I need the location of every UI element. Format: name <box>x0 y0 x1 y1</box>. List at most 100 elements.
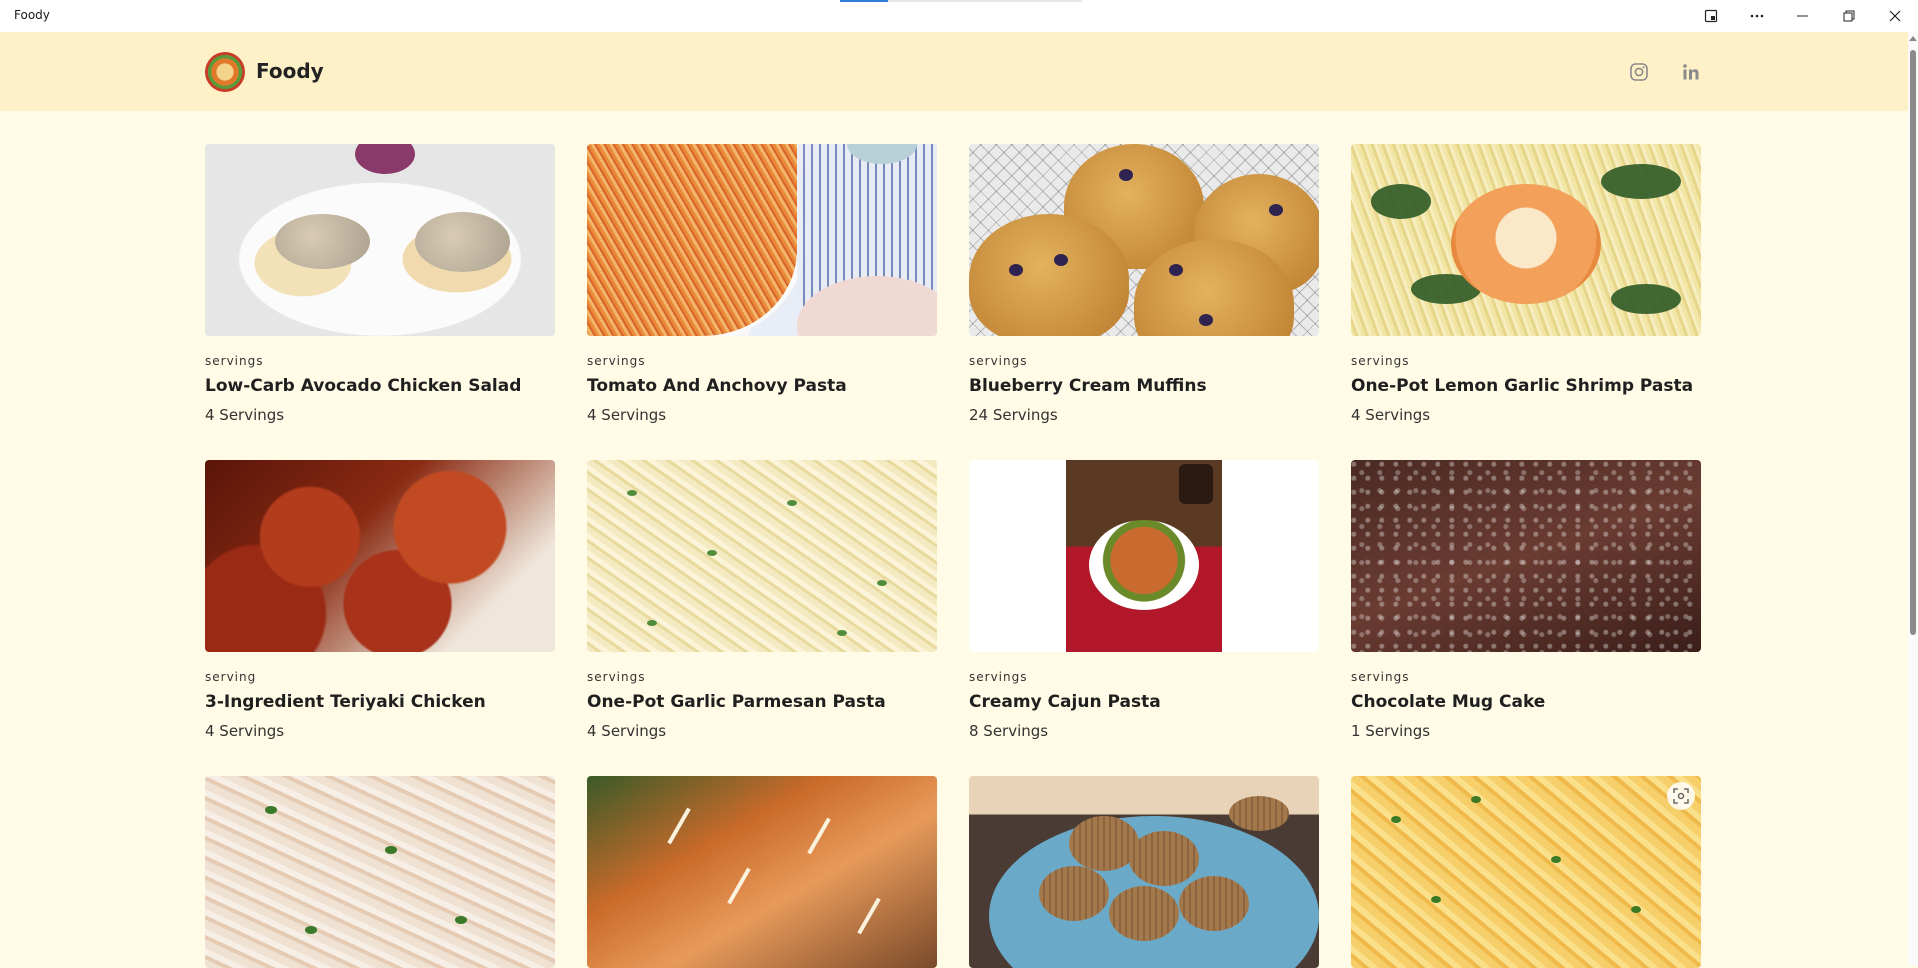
minimize-icon[interactable] <box>1780 0 1826 32</box>
vertical-scrollbar[interactable] <box>1908 32 1918 965</box>
recipe-image[interactable] <box>969 144 1319 336</box>
recipe-servings: 4 Servings <box>205 722 285 740</box>
cheese-shape <box>667 807 691 845</box>
recipe-label: serving <box>205 670 257 684</box>
linkedin-icon[interactable] <box>1679 60 1703 84</box>
cast-icon[interactable] <box>1688 0 1734 32</box>
blueberry-shape <box>1169 264 1183 276</box>
recipe-label: servings <box>587 670 646 684</box>
recipe-card[interactable] <box>1351 776 1701 968</box>
recipe-title[interactable]: One-Pot Lemon Garlic Shrimp Pasta <box>1351 376 1701 396</box>
instagram-icon[interactable] <box>1627 60 1651 84</box>
recipe-image[interactable] <box>1351 144 1701 336</box>
recipe-image[interactable] <box>969 460 1319 652</box>
recipe-image[interactable] <box>587 776 937 968</box>
cookie-shape <box>1129 831 1199 886</box>
cookie-shape <box>1109 886 1179 941</box>
close-icon[interactable] <box>1872 0 1918 32</box>
jar-shape <box>1179 464 1213 504</box>
recipe-label: servings <box>1351 354 1410 368</box>
recipe-title[interactable]: Tomato And Anchovy Pasta <box>587 376 937 396</box>
spinach-shape <box>1611 284 1681 314</box>
bowl-shape <box>1089 520 1199 610</box>
recipe-card[interactable]: servings One-Pot Lemon Garlic Shrimp Pas… <box>1351 144 1701 424</box>
restore-icon[interactable] <box>1826 0 1872 32</box>
salad-topping <box>275 214 370 269</box>
spinach-shape <box>1371 184 1431 219</box>
recipe-servings: 4 Servings <box>587 722 667 740</box>
cookie-shape <box>1229 796 1289 831</box>
herb-shape <box>265 806 277 814</box>
recipe-label: servings <box>969 354 1028 368</box>
recipe-label: servings <box>587 354 646 368</box>
pasta-shape <box>587 144 797 336</box>
herb-shape <box>1391 816 1401 823</box>
herb-shape <box>1431 896 1441 903</box>
recipe-card[interactable] <box>587 776 937 968</box>
scroll-up-icon[interactable] <box>1909 36 1917 41</box>
recipe-card[interactable]: servings Tomato And Anchovy Pasta 4 Serv… <box>587 144 937 424</box>
recipe-card[interactable] <box>205 776 555 968</box>
recipe-card[interactable] <box>969 776 1319 968</box>
recipe-title[interactable]: Chocolate Mug Cake <box>1351 692 1701 712</box>
recipe-image[interactable] <box>969 776 1319 968</box>
window-controls <box>1688 0 1918 32</box>
recipe-title[interactable]: Creamy Cajun Pasta <box>969 692 1319 712</box>
blueberry-shape <box>1269 204 1283 216</box>
recipe-title[interactable]: Low-Carb Avocado Chicken Salad <box>205 376 555 396</box>
tab-indicator-active <box>840 0 888 2</box>
recipe-image[interactable] <box>205 776 555 968</box>
recipe-servings: 24 Servings <box>969 406 1058 424</box>
visual-search-icon[interactable] <box>1667 782 1695 810</box>
recipe-image[interactable] <box>205 460 555 652</box>
herb-shape <box>837 630 847 636</box>
recipe-image[interactable] <box>1351 460 1701 652</box>
cheese-shape <box>727 867 751 905</box>
recipe-image[interactable] <box>1351 776 1701 968</box>
recipe-card[interactable]: servings Low-Carb Avocado Chicken Salad … <box>205 144 555 424</box>
herb-shape <box>385 846 397 854</box>
recipe-card[interactable]: servings Chocolate Mug Cake 1 Servings <box>1351 460 1701 740</box>
brand-name[interactable]: Foody <box>256 59 324 83</box>
spinach-shape <box>1601 164 1681 199</box>
recipe-title[interactable]: Blueberry Cream Muffins <box>969 376 1319 396</box>
herb-shape <box>1471 796 1481 803</box>
recipe-servings: 4 Servings <box>587 406 667 424</box>
muffin-shape <box>969 214 1129 336</box>
cheese-shape <box>857 897 881 935</box>
herb-shape <box>455 916 467 924</box>
recipe-card[interactable]: servings Creamy Cajun Pasta 8 Servings <box>969 460 1319 740</box>
herb-shape <box>877 580 887 586</box>
tab-indicator <box>840 0 1082 2</box>
herb-shape <box>1551 856 1561 863</box>
recipe-servings: 8 Servings <box>969 722 1049 740</box>
herb-shape <box>647 620 657 626</box>
recipe-label: servings <box>205 354 264 368</box>
recipe-image[interactable] <box>587 144 937 336</box>
herb-shape <box>627 490 637 496</box>
recipe-servings: 1 Servings <box>1351 722 1431 740</box>
recipe-image[interactable] <box>587 460 937 652</box>
recipe-label: servings <box>969 670 1028 684</box>
cheese-shape <box>807 817 831 855</box>
recipe-card[interactable]: servings One-Pot Garlic Parmesan Pasta 4… <box>587 460 937 740</box>
more-icon[interactable] <box>1734 0 1780 32</box>
recipe-label: servings <box>1351 670 1410 684</box>
cookie-shape <box>1039 866 1109 921</box>
blueberry-shape <box>1119 169 1133 181</box>
foody-logo[interactable] <box>205 52 245 92</box>
herb-shape <box>787 500 797 506</box>
blueberry-shape <box>1199 314 1213 326</box>
recipe-title[interactable]: One-Pot Garlic Parmesan Pasta <box>587 692 937 712</box>
recipe-servings: 4 Servings <box>205 406 285 424</box>
window-title: Foody <box>14 8 50 22</box>
recipe-card[interactable]: servings Blueberry Cream Muffins 24 Serv… <box>969 144 1319 424</box>
herb-shape <box>305 926 317 934</box>
recipe-title[interactable]: 3-Ingredient Teriyaki Chicken <box>205 692 555 712</box>
blueberry-shape <box>1009 264 1023 276</box>
recipe-image[interactable] <box>205 144 555 336</box>
cookie-shape <box>1179 876 1249 931</box>
scrollbar-thumb[interactable] <box>1910 50 1916 635</box>
recipe-card[interactable]: serving 3-Ingredient Teriyaki Chicken 4 … <box>205 460 555 740</box>
app-header: Foody <box>0 32 1908 111</box>
